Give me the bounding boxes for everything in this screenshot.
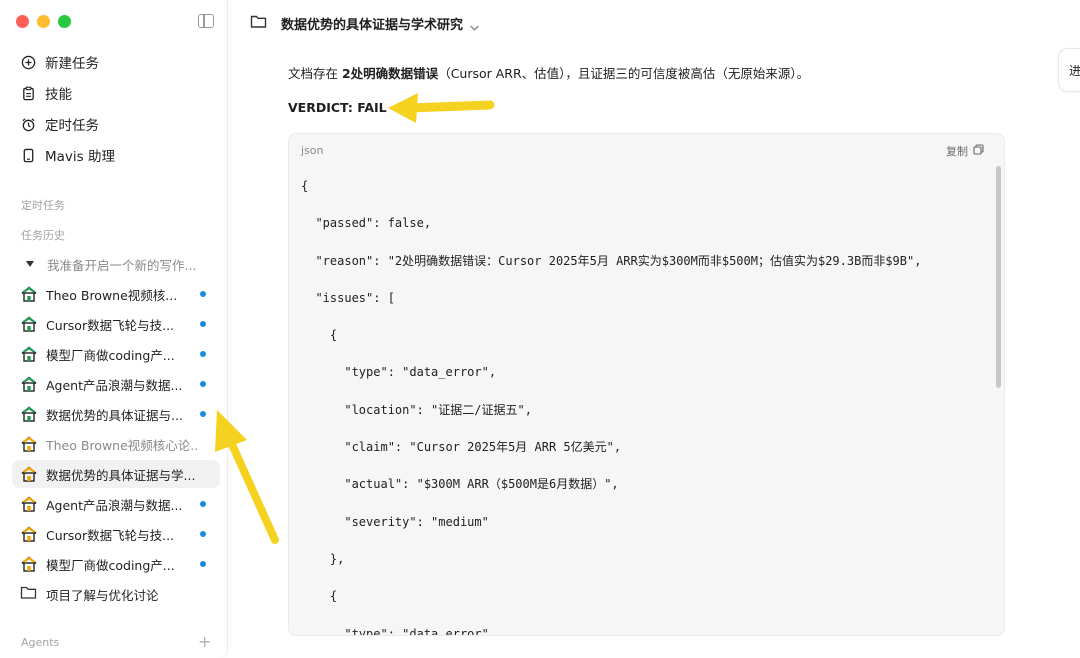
history-item[interactable]: Agent产品浪潮与数据... (12, 370, 220, 398)
unread-dot-icon (200, 531, 206, 537)
window-controls (16, 15, 71, 28)
history-item-label: 模型厂商做coding产... (46, 347, 175, 363)
house-orange-icon (20, 495, 38, 513)
code-line: "type": "data_error", (301, 365, 497, 380)
clipboard-icon (20, 85, 36, 101)
chevron-down-icon[interactable] (469, 17, 480, 36)
copy-label: 复制 (946, 145, 968, 158)
summary-bold: 2处明确数据错误 (341, 66, 439, 81)
history-item-label: 项目了解与优化讨论 (46, 587, 159, 603)
house-orange-icon (20, 435, 38, 453)
history-item[interactable]: Cursor数据飞轮与技... (12, 520, 220, 548)
section-history-label: 任务历史 (21, 229, 65, 242)
sidebar-toggle-icon[interactable] (198, 14, 214, 28)
section-agents-label: Agents (21, 636, 60, 649)
nav-mavis-assistant[interactable]: Mavis 助理 (20, 143, 115, 167)
house-green-icon (20, 285, 38, 303)
code-language-label: json (301, 144, 324, 157)
history-item-label: Agent产品浪潮与数据... (46, 377, 183, 393)
code-scrollbar[interactable] (996, 166, 1001, 388)
code-line: "passed": false, (301, 216, 432, 231)
unread-dot-icon (200, 501, 206, 507)
caret-down-icon[interactable] (26, 261, 34, 267)
folder-icon (20, 585, 38, 603)
folder-icon (250, 14, 267, 33)
minimize-window-button[interactable] (37, 15, 50, 28)
history-item[interactable]: 我准备开启一个新的写作... (12, 250, 220, 278)
code-line: "issues": [ (301, 290, 395, 305)
section-scheduled-label: 定时任务 (21, 199, 65, 212)
house-orange-icon (20, 555, 38, 573)
history-item-label: Cursor数据飞轮与技... (46, 317, 175, 333)
house-orange-icon (20, 465, 38, 483)
history-item[interactable]: Theo Browne视频核心论... (12, 430, 220, 458)
nav-scheduled-label: 定时任务 (45, 118, 99, 134)
add-agent-button[interactable]: + (198, 632, 211, 651)
code-content: { "passed": false, "reason": "2处明确数据错误：C… (301, 176, 990, 636)
history-item-label: Cursor数据飞轮与技... (46, 527, 175, 543)
history-item-label: Agent产品浪潮与数据... (46, 497, 183, 513)
copy-icon (973, 144, 984, 158)
project-item[interactable]: 项目了解与优化讨论 (12, 580, 220, 608)
nav-scheduled[interactable]: 定时任务 (20, 112, 99, 136)
nav-new-task[interactable]: 新建任务 (20, 50, 99, 74)
unread-dot-icon (200, 351, 206, 357)
code-block: json 复制 { "passed": false, "reason": "2处… (288, 133, 1005, 636)
annotation-arrow-verdict-icon (388, 93, 495, 123)
code-line: "location": "证据二/证据五", (301, 402, 532, 417)
history-item-label: 我准备开启一个新的写作... (47, 257, 197, 273)
side-panel-tab[interactable]: 进 (1058, 48, 1080, 92)
house-green-icon (20, 345, 38, 363)
phone-icon (20, 147, 36, 163)
unread-dot-icon (200, 291, 206, 297)
history-item-label: 数据优势的具体证据与学... (46, 467, 196, 483)
house-green-icon (20, 315, 38, 333)
history-item-label: Theo Browne视频核... (46, 287, 178, 303)
history-item[interactable]: Theo Browne视频核... (12, 280, 220, 308)
close-window-button[interactable] (16, 15, 29, 28)
summary-suffix: （Cursor ARR、估值），且证据三的可信度被高估（无原始来源）。 (438, 66, 810, 81)
code-line: "severity": "medium" (301, 514, 489, 529)
maximize-window-button[interactable] (58, 15, 71, 28)
history-item-label: 模型厂商做coding产... (46, 557, 175, 573)
alarm-clock-icon (20, 116, 36, 132)
plus-circle-icon (20, 54, 36, 70)
history-item[interactable]: 数据优势的具体证据与... (12, 400, 220, 428)
history-item[interactable]: 数据优势的具体证据与学... (12, 460, 220, 488)
code-line: "type": "data_error", (301, 626, 497, 636)
verdict-text: VERDICT: FAIL (288, 100, 387, 115)
history-item-label: Theo Browne视频核心论... (46, 437, 198, 453)
code-line: "claim": "Cursor 2025年5月 ARR 5亿美元", (301, 440, 622, 455)
code-line: { (301, 328, 338, 343)
summary-prefix: 文档存在 (288, 66, 342, 81)
unread-dot-icon (200, 321, 206, 327)
history-item[interactable]: Agent产品浪潮与数据... (12, 490, 220, 518)
unread-dot-icon (200, 411, 206, 417)
page-title[interactable]: 数据优势的具体证据与学术研究 (281, 14, 463, 33)
sidebar: 新建任务 技能 定时任务 Mavis 助理 定时任务 任务历史 我准备开启一个新… (0, 0, 228, 658)
code-block-header: json 复制 (289, 134, 1004, 166)
code-line: { (301, 589, 338, 604)
code-line: "reason": "2处明确数据错误：Cursor 2025年5月 ARR实为… (301, 253, 922, 268)
house-green-icon (20, 375, 38, 393)
summary-text: 文档存在 2处明确数据错误（Cursor ARR、估值），且证据三的可信度被高估… (288, 63, 809, 82)
history-item-label: 数据优势的具体证据与... (46, 407, 183, 423)
house-orange-icon (20, 525, 38, 543)
unread-dot-icon (200, 381, 206, 387)
history-item[interactable]: 模型厂商做coding产... (12, 340, 220, 368)
nav-skills[interactable]: 技能 (20, 81, 72, 105)
nav-skills-label: 技能 (45, 87, 72, 103)
unread-dot-icon (200, 561, 206, 567)
copy-button[interactable]: 复制 (946, 143, 984, 159)
code-line: { (301, 179, 309, 193)
house-green-icon (20, 405, 38, 423)
code-line: "actual": "$300M ARR（$500M是6月数据）", (301, 477, 619, 492)
nav-new-task-label: 新建任务 (45, 56, 99, 72)
code-line: }, (301, 551, 345, 566)
history-item[interactable]: Cursor数据飞轮与技... (12, 310, 220, 338)
nav-mavis-label: Mavis 助理 (45, 149, 115, 165)
history-item[interactable]: 模型厂商做coding产... (12, 550, 220, 578)
